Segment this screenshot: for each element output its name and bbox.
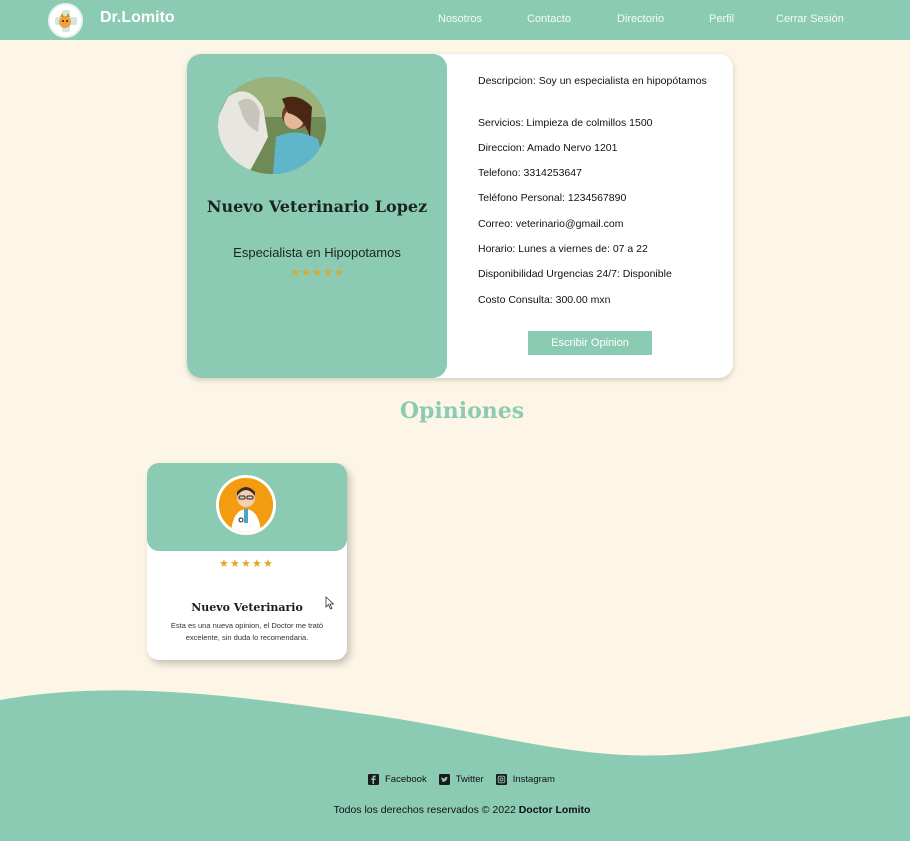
copyright: Todos los derechos reservados © 2022 Doc… [0, 804, 910, 816]
star-icon: ★ [263, 557, 273, 570]
nav-link-contacto[interactable]: Contacto [527, 13, 571, 25]
star-icon: ★ [241, 557, 251, 570]
copyright-brand: Doctor Lomito [518, 804, 591, 816]
star-icon: ★ [312, 266, 322, 279]
dog-logo-icon [54, 9, 77, 32]
facebook-icon[interactable] [368, 773, 379, 785]
star-icon: ★ [301, 266, 311, 279]
mouse-cursor-icon [325, 596, 335, 610]
info-schedule: Horario: Lunes a viernes de: 07 a 22 [478, 243, 648, 255]
profile-photo [218, 77, 326, 174]
twitter-link[interactable]: Twitter [456, 774, 484, 785]
info-address: Direccion: Amado Nervo 1201 [478, 142, 618, 154]
star-icon: ★ [252, 557, 262, 570]
nav-link-nosotros[interactable]: Nosotros [438, 13, 482, 25]
star-icon: ★ [219, 557, 229, 570]
star-icon: ★ [334, 266, 344, 279]
info-services: Servicios: Limpieza de colmillos 1500 [478, 117, 653, 129]
star-icon: ★ [323, 266, 333, 279]
footer-wave [0, 690, 910, 841]
info-personal-phone: Teléfono Personal: 1234567890 [478, 192, 627, 204]
social-links: Facebook Twitter Instagram [368, 772, 561, 786]
info-description: Descripcion: Soy un especialista en hipo… [478, 75, 707, 87]
opinion-card: ★ ★ ★ ★ ★ Nuevo Veterinario Esta es una … [147, 463, 347, 660]
opinion-card-header [147, 463, 347, 551]
instagram-link[interactable]: Instagram [513, 774, 555, 785]
logo[interactable] [48, 3, 83, 38]
profile-card: Nuevo Veterinario Lopez Especialista en … [187, 54, 733, 378]
vet-rating-stars: ★ ★ ★ ★ ★ [290, 267, 345, 279]
info-consult-cost: Costo Consulta: 300.00 mxn [478, 294, 611, 306]
star-icon: ★ [290, 266, 300, 279]
doctor-avatar-icon [219, 478, 273, 532]
opinion-text: Esta es una nueva opinion, el Doctor me … [170, 621, 324, 642]
navbar: Dr.Lomito Nosotros Contacto Directorio P… [0, 0, 910, 40]
star-icon: ★ [230, 557, 240, 570]
nav-link-perfil[interactable]: Perfil [709, 13, 734, 25]
nav-link-cerrar-sesion[interactable]: Cerrar Sesión [776, 13, 844, 25]
write-opinion-button[interactable]: Escribir Opinion [528, 331, 652, 355]
brand-name[interactable]: Dr.Lomito [100, 9, 175, 27]
nav-link-directorio[interactable]: Directorio [617, 13, 664, 25]
vet-with-horse-photo [218, 77, 326, 174]
opinions-title: Opiniones [399, 398, 525, 424]
avatar [216, 475, 276, 535]
info-phone: Telefono: 3314253647 [478, 167, 582, 179]
info-emergency-availability: Disponibilidad Urgencias 24/7: Disponibl… [478, 268, 672, 280]
instagram-icon[interactable] [495, 773, 507, 785]
facebook-link[interactable]: Facebook [385, 774, 427, 785]
twitter-icon[interactable] [438, 773, 450, 785]
opinion-rating-stars: ★ ★ ★ ★ ★ [219, 558, 274, 569]
profile-summary-panel: Nuevo Veterinario Lopez Especialista en … [187, 54, 447, 378]
copyright-text: Todos los derechos reservados © 2022 [333, 804, 516, 816]
vet-specialty: Especialista en Hipopotamos [233, 245, 401, 260]
vet-name: Nuevo Veterinario Lopez [206, 197, 428, 216]
info-email: Correo: veterinario@gmail.com [478, 218, 624, 230]
opinion-author: Nuevo Veterinario [191, 601, 303, 614]
